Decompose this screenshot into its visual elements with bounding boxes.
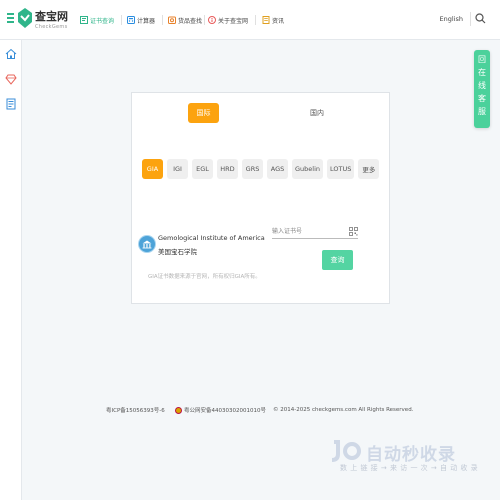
lab-grs[interactable]: GRS	[242, 159, 263, 179]
brand-name[interactable]: 查宝网	[35, 8, 68, 24]
scan-icon[interactable]	[349, 227, 358, 236]
gem-icon[interactable]	[5, 73, 17, 85]
data-source-note: GIA证书数据来源于官网，所有权归GIA所有。	[148, 274, 261, 280]
top-header: 查宝网 CheckGems 证书查询 计算器 货品查找 关于查宝网 资讯 Eng…	[0, 0, 500, 40]
nav-product-search[interactable]: 货品查找	[168, 14, 202, 26]
nav-certificate-query[interactable]: 证书查询	[80, 14, 114, 26]
search-icon[interactable]	[475, 13, 486, 24]
nav-divider	[162, 15, 163, 25]
tab-domestic[interactable]: 国内	[305, 103, 329, 123]
nav-divider	[204, 15, 205, 25]
menu-icon[interactable]	[7, 13, 15, 23]
certificate-number-input[interactable]	[272, 225, 358, 239]
watermark-subtitle: 数 上 链 接 → 来 访 一 次 → 自 动 收 录	[340, 464, 479, 472]
police-badge-icon	[175, 406, 182, 414]
certificate-query-card: 国际 国内 GIA IGI EGL HRD GRS AGS Gubelin LO…	[131, 92, 390, 304]
left-rail	[0, 40, 22, 500]
nav-divider	[121, 15, 122, 25]
nav-about[interactable]: 关于查宝网	[208, 14, 248, 26]
institute-name-cn: 美国宝石学院	[158, 248, 197, 256]
certificate-icon	[80, 16, 88, 24]
checkgems-logo[interactable]	[17, 7, 33, 29]
page: 查宝网 CheckGems 证书查询 计算器 货品查找 关于查宝网 资讯 Eng…	[0, 0, 500, 500]
lab-igi[interactable]: IGI	[167, 159, 188, 179]
tab-international[interactable]: 国际	[188, 103, 219, 123]
gia-logo-icon	[138, 235, 156, 253]
watermark: 自动秒收录 数 上 链 接 → 来 访 一 次 → 自 动 收 录	[330, 440, 495, 478]
header-divider	[470, 12, 471, 26]
lab-lotus[interactable]: LOTUS	[327, 159, 355, 179]
nav-divider	[255, 15, 256, 25]
nav-label: 资讯	[272, 17, 285, 25]
nav-label: 计算器	[137, 17, 156, 25]
nav-calculator[interactable]: 计算器	[127, 14, 155, 26]
language-switch[interactable]: English	[440, 15, 463, 23]
lab-ags[interactable]: AGS	[267, 159, 288, 179]
service-char: 线	[478, 81, 486, 90]
footer-copyright: © 2014-2025 checkgems.com All Rights Res…	[273, 407, 414, 413]
lab-gia[interactable]: GIA	[142, 159, 163, 179]
footer-police[interactable]: 粤公网安备44030302001010号	[175, 405, 266, 415]
product-search-icon	[168, 16, 176, 24]
service-char: 服	[478, 107, 486, 116]
lab-gubelin[interactable]: Gubelin	[292, 159, 324, 179]
home-icon[interactable]	[5, 48, 17, 60]
news-icon	[262, 16, 270, 24]
query-button[interactable]: 查询	[322, 250, 353, 270]
service-char: 回	[478, 55, 486, 64]
footer-police-label: 粤公网安备44030302001010号	[184, 408, 266, 414]
footer-icp[interactable]: 粤ICP备15056393号-6	[106, 405, 165, 415]
calculator-icon	[127, 16, 135, 24]
nav-label: 货品查找	[178, 17, 203, 25]
document-icon[interactable]	[5, 98, 17, 110]
brand-subtitle: CheckGems	[35, 24, 68, 30]
service-char: 在	[478, 68, 486, 77]
lab-more[interactable]: 更多	[358, 159, 380, 179]
nav-label: 关于查宝网	[218, 17, 249, 25]
service-char: 客	[478, 94, 486, 103]
nav-news[interactable]: 资讯	[262, 14, 284, 26]
watermark-logo-icon	[331, 440, 361, 462]
lab-selector: GIA IGI EGL HRD GRS AGS Gubelin LOTUS 更多	[142, 159, 380, 179]
lab-hrd[interactable]: HRD	[217, 159, 238, 179]
online-service-button[interactable]: 回 在 线 客 服	[474, 50, 490, 128]
watermark-title: 自动秒收录	[366, 445, 456, 465]
lab-egl[interactable]: EGL	[192, 159, 213, 179]
institute-name-en: Gemological Institute of America	[158, 234, 265, 242]
about-icon	[208, 16, 216, 24]
nav-label: 证书查询	[90, 17, 115, 25]
